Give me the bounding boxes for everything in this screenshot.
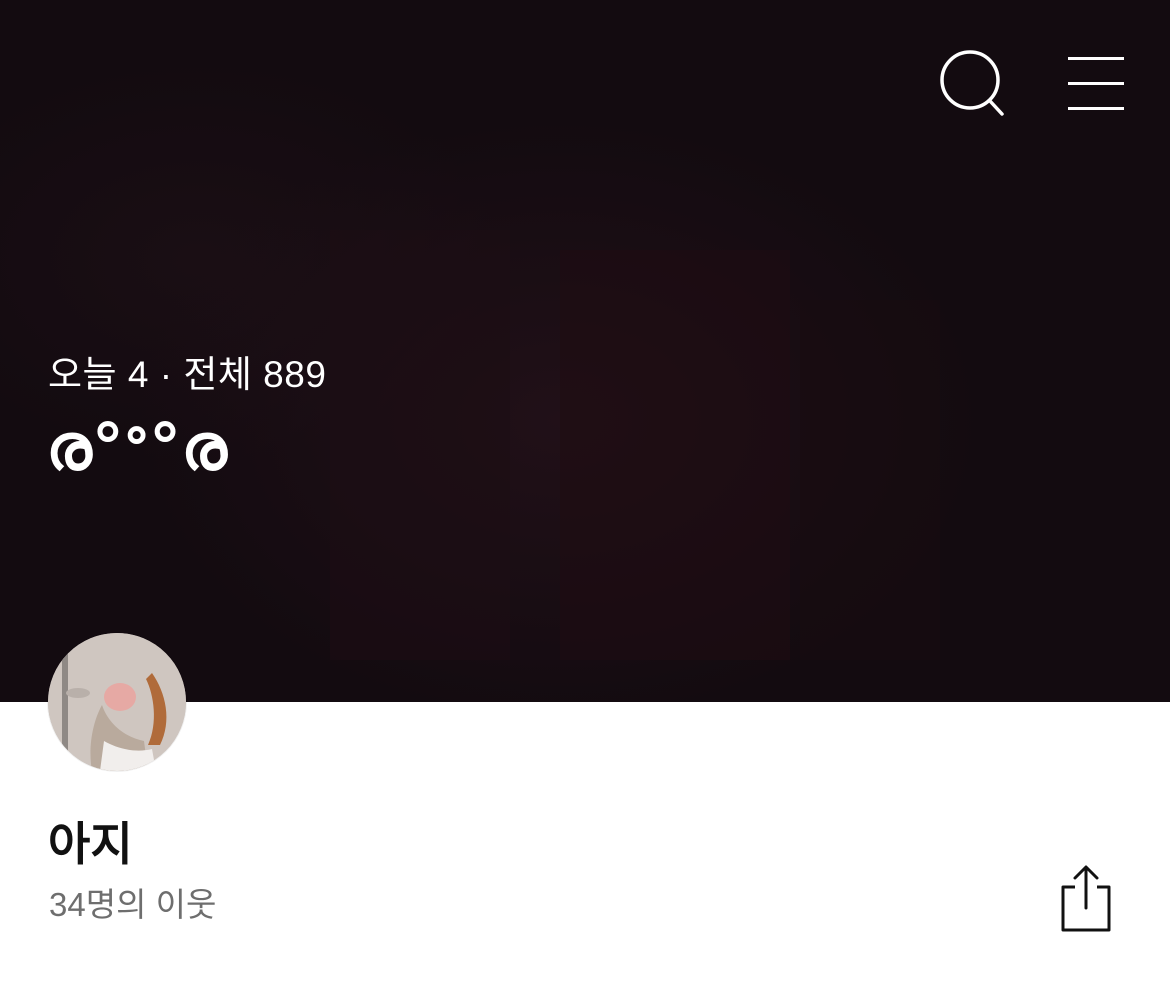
blog-cover: 오늘 4 · 전체 889 ര°ᐤ°ര xyxy=(0,0,1170,702)
hamburger-menu-icon xyxy=(1068,82,1124,85)
share-button[interactable] xyxy=(1056,864,1116,934)
hamburger-menu-icon xyxy=(1068,57,1124,60)
nickname: 아지 xyxy=(48,818,133,870)
avatar-photo xyxy=(48,633,186,771)
hamburger-menu-icon xyxy=(1068,107,1124,110)
visitor-count: 오늘 4 · 전체 889 xyxy=(48,354,327,395)
search-icon xyxy=(940,50,1004,116)
share-icon xyxy=(1061,865,1111,932)
blog-title: ര°ᐤ°ര xyxy=(46,411,227,485)
search-button[interactable] xyxy=(938,48,1006,120)
avatar[interactable] xyxy=(48,633,186,771)
neighbor-count[interactable]: 34명의 이웃 xyxy=(49,878,216,926)
menu-button[interactable] xyxy=(1064,54,1128,114)
